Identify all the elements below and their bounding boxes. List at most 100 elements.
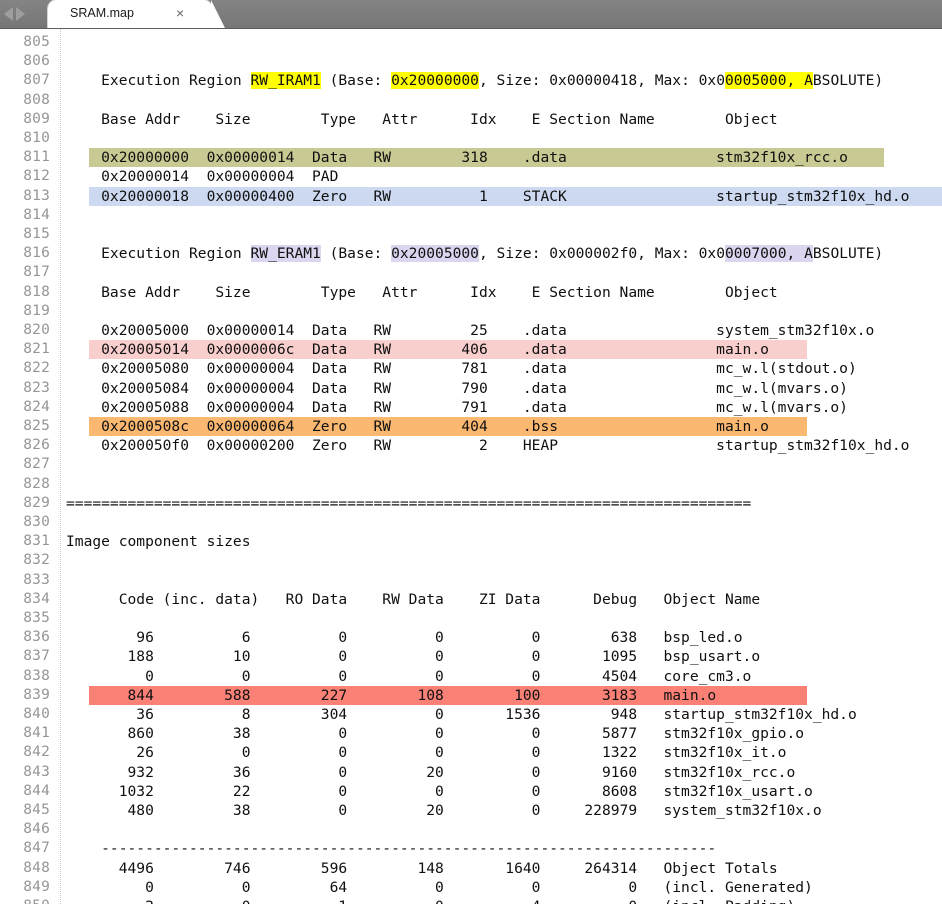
code-area[interactable]: 805 806 807 Execution Region RW_IRAM1 (Bas… <box>0 29 942 904</box>
line-text: 0x20005014 0x0000006c Data RW 406 .data … <box>66 341 769 359</box>
line-number: 835 <box>23 610 50 626</box>
code-line[interactable]: 825 0x2000508c 0x00000064 Zero RW 404 .b… <box>0 417 942 437</box>
line-text: 0 0 0 0 0 4504 core_cm3.o <box>66 667 752 685</box>
code-line[interactable]: 844 1032 22 0 0 0 8608 stm32f10x_usart.o <box>0 782 942 801</box>
arrow-right-icon[interactable] <box>16 7 25 21</box>
line-number: 824 <box>23 398 50 415</box>
search-highlight: RW_ERAM1 <box>250 245 321 263</box>
code-line[interactable]: 826 0x200050f0 0x00000200 Zero RW 2 HEAP… <box>0 436 942 455</box>
line-number: 833 <box>23 571 50 588</box>
code-line[interactable]: 814 <box>0 206 942 225</box>
tab-sram-map[interactable]: SRAM.map × <box>48 0 225 28</box>
line-number: 812 <box>23 168 50 185</box>
line-number: 807 <box>23 72 50 89</box>
code-line[interactable]: 836 96 6 0 0 0 638 bsp_led.o <box>0 628 942 647</box>
code-line[interactable]: 830 <box>0 513 942 532</box>
line-number: 837 <box>23 648 50 665</box>
line-text: 36 8 304 0 1536 948 startup_stm32f10x_hd… <box>66 706 857 723</box>
code-line[interactable]: 847 ------------------------------------… <box>0 839 942 858</box>
line-text: 4496 746 596 148 1640 264314 Object Tota… <box>66 859 778 877</box>
line-text: 0x20000000 0x00000014 Data RW 318 .data … <box>66 149 848 167</box>
code-line[interactable]: 817 <box>0 263 942 282</box>
line-text: 0x20000018 0x00000400 Zero RW 1 STACK st… <box>66 187 910 205</box>
search-highlight: 0x20000000 <box>391 72 479 90</box>
line-text: 26 0 0 0 0 1322 stm32f10x_it.o <box>66 744 787 762</box>
code-line[interactable]: 820 0x20005000 0x00000014 Data RW 25 .da… <box>0 321 942 340</box>
code-line[interactable]: 806 <box>0 52 942 71</box>
code-line[interactable]: 832 <box>0 551 942 570</box>
code-line[interactable]: 807 Execution Region RW_IRAM1 (Base: 0x2… <box>0 71 942 90</box>
tab-navigation[interactable] <box>4 6 48 22</box>
code-line[interactable]: 835 <box>0 609 942 628</box>
line-number: 823 <box>23 379 50 396</box>
line-number: 832 <box>23 552 50 569</box>
code-line[interactable]: 849 0 0 64 0 0 0 (incl. Generated) <box>0 878 942 897</box>
code-line[interactable]: 828 <box>0 475 942 494</box>
line-number: 806 <box>23 53 50 70</box>
code-line[interactable]: 823 0x20005084 0x00000004 Data RW 790 .d… <box>0 379 942 398</box>
close-icon[interactable]: × <box>176 5 184 21</box>
line-number: 844 <box>23 782 50 799</box>
code-line[interactable]: 824 0x20005088 0x00000004 Data RW 791 .d… <box>0 398 942 417</box>
line-number: 846 <box>23 821 50 838</box>
line-number: 821 <box>23 341 50 358</box>
line-number: 814 <box>23 206 50 223</box>
code-line[interactable]: 833 <box>0 571 942 590</box>
line-number: 825 <box>23 418 50 434</box>
code-line[interactable]: 811 0x20000000 0x00000014 Data RW 318 .d… <box>0 148 942 168</box>
code-line[interactable]: 812 0x20000014 0x00000004 PAD <box>0 167 942 186</box>
line-text: 188 10 0 0 0 1095 bsp_usart.o <box>66 648 761 666</box>
line-text: 480 38 0 20 0 228979 system_stm32f10x.o <box>66 802 822 819</box>
code-line[interactable]: 829 =====================================… <box>0 494 942 513</box>
line-number: 809 <box>23 110 50 127</box>
code-line[interactable]: 809 Base Addr Size Type Attr Idx E Secti… <box>0 110 942 129</box>
code-line[interactable]: 808 <box>0 91 942 110</box>
line-number: 808 <box>23 91 50 108</box>
search-highlight: 0005000, A <box>725 72 813 90</box>
line-number: 811 <box>23 149 50 166</box>
code-line[interactable]: 827 <box>0 455 942 474</box>
arrow-left-icon[interactable] <box>4 7 13 21</box>
line-number: 848 <box>23 859 50 876</box>
code-line[interactable]: 821 0x20005014 0x0000006c Data RW 406 .d… <box>0 340 942 360</box>
line-text: 844 588 227 108 100 3183 main.o <box>66 686 717 704</box>
code-line[interactable]: 834 Code (inc. data) RO Data RW Data ZI … <box>0 590 942 609</box>
line-number: 816 <box>23 245 50 262</box>
line-number: 838 <box>23 667 50 684</box>
code-line[interactable]: 840 36 8 304 0 1536 948 startup_stm32f10… <box>0 705 942 724</box>
code-line[interactable]: 813 0x20000018 0x00000400 Zero RW 1 STAC… <box>0 186 942 206</box>
code-line[interactable]: 810 <box>0 129 942 148</box>
line-number: 817 <box>23 264 50 281</box>
search-highlight: RW_IRAM1 <box>250 72 321 90</box>
line-number: 841 <box>23 725 50 742</box>
line-text: 0x20005088 0x00000004 Data RW 791 .data … <box>66 398 848 416</box>
code-line[interactable]: 831 Image component sizes <box>0 532 942 551</box>
code-line[interactable]: 845 480 38 0 20 0 228979 system_stm32f10… <box>0 801 942 820</box>
code-line[interactable]: 843 932 36 0 20 0 9160 stm32f10x_rcc.o <box>0 763 942 782</box>
line-text: Base Addr Size Type Attr Idx E Section N… <box>66 283 778 301</box>
code-line[interactable]: 805 <box>0 33 942 52</box>
line-text: Code (inc. data) RO Data RW Data ZI Data… <box>66 590 761 608</box>
code-line[interactable]: 838 0 0 0 0 0 4504 core_cm3.o <box>0 667 942 686</box>
code-line[interactable]: 816 Execution Region RW_ERAM1 (Base: 0x2… <box>0 244 942 263</box>
text-editor[interactable]: 805 806 807 Execution Region RW_IRAM1 (Bas… <box>0 29 942 904</box>
line-number: 847 <box>23 840 50 857</box>
line-number: 827 <box>23 456 50 473</box>
code-line[interactable]: 822 0x20005080 0x00000004 Data RW 781 .d… <box>0 359 942 378</box>
search-highlight: 0007000, A <box>725 245 813 263</box>
code-line[interactable]: 837 188 10 0 0 0 1095 bsp_usart.o <box>0 647 942 666</box>
code-line[interactable]: 815 <box>0 225 942 244</box>
line-number: 834 <box>23 590 50 607</box>
line-number: 845 <box>23 802 50 818</box>
line-number: 839 <box>23 686 50 703</box>
tab-bar: SRAM.map × <box>0 0 942 29</box>
code-line[interactable]: 841 860 38 0 0 0 5877 stm32f10x_gpio.o <box>0 724 942 743</box>
code-line[interactable]: 846 <box>0 820 942 839</box>
code-line[interactable]: 848 4496 746 596 148 1640 264314 Object … <box>0 859 942 878</box>
line-text: Execution Region RW_IRAM1 (Base: 0x20000… <box>66 72 884 90</box>
code-line[interactable]: 839 844 588 227 108 100 3183 main.o <box>0 685 942 705</box>
code-line[interactable]: 819 <box>0 302 942 321</box>
line-number: 819 <box>23 302 50 319</box>
code-line[interactable]: 842 26 0 0 0 0 1322 stm32f10x_it.o <box>0 743 942 762</box>
code-line[interactable]: 818 Base Addr Size Type Attr Idx E Secti… <box>0 283 942 302</box>
